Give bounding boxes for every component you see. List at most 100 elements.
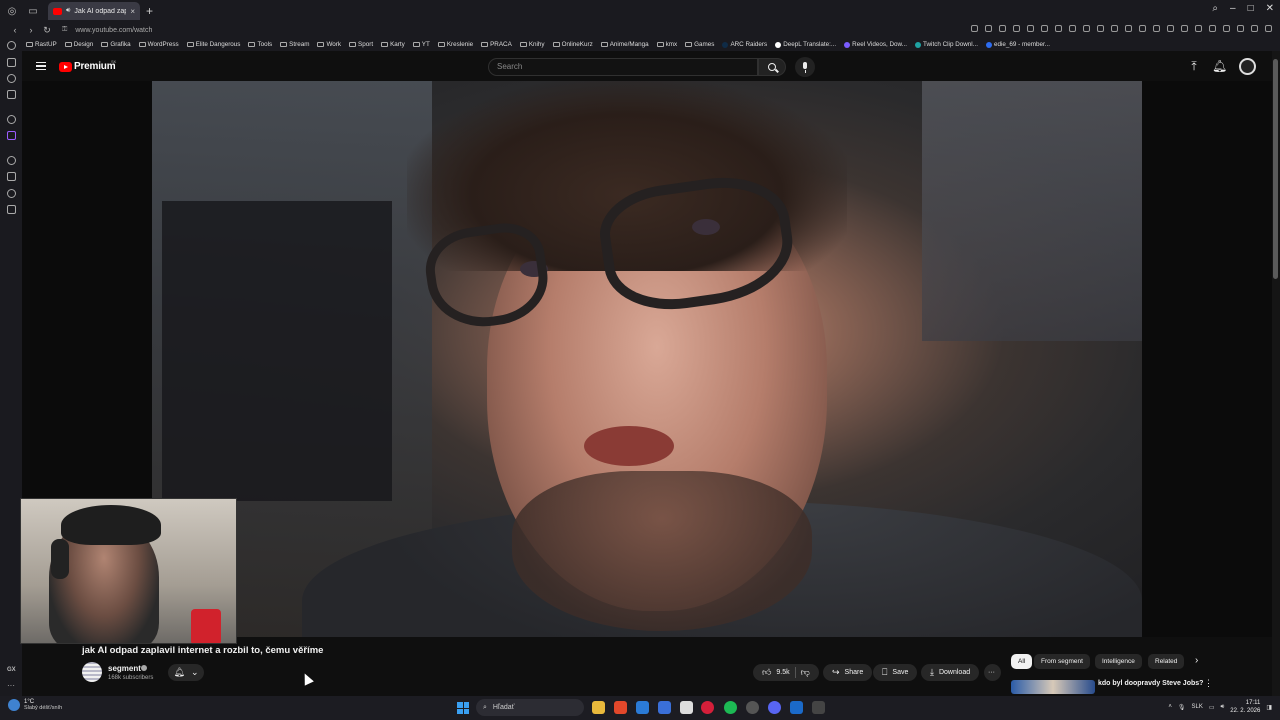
subscription-bell-button[interactable]: 🔔︎ ⌄ <box>168 664 204 681</box>
chip-intelligence[interactable]: Intelligence <box>1095 654 1142 669</box>
twitch-icon[interactable] <box>7 131 16 140</box>
bookmark-link[interactable]: Reel Videos, Dow... <box>844 41 907 48</box>
menu-icon[interactable] <box>36 62 46 70</box>
extensions-icon[interactable] <box>7 90 16 99</box>
forward-button[interactable]: › <box>24 25 38 35</box>
start-button[interactable] <box>457 702 469 714</box>
extension-icon[interactable] <box>1125 25 1132 32</box>
bookmark-folder[interactable]: RastUP <box>26 41 57 48</box>
extension-icon[interactable] <box>1223 25 1230 32</box>
speaker-icon[interactable]: 🔊︎ <box>66 7 70 15</box>
messenger-icon[interactable] <box>7 74 16 83</box>
network-icon[interactable]: ▭ <box>1209 704 1215 711</box>
mic-icon[interactable]: 🎙︎ <box>1178 704 1186 711</box>
notification-center-icon[interactable]: ◨ <box>1266 704 1272 711</box>
extension-icon[interactable] <box>1069 25 1076 32</box>
spotify-icon[interactable] <box>724 701 737 714</box>
upload-icon[interactable]: ⤒ <box>1187 59 1201 73</box>
extension-icon[interactable] <box>1251 25 1258 32</box>
maximize-button[interactable]: □ <box>1248 3 1254 14</box>
new-tab-button[interactable]: + <box>146 4 153 18</box>
download-button[interactable]: ⤓ Download <box>921 664 980 681</box>
bookmark-folder[interactable]: Knihy <box>519 41 545 48</box>
extension-icon[interactable] <box>1265 25 1272 32</box>
extension-icon[interactable] <box>1041 25 1048 32</box>
tab-list-icon[interactable]: ▭ <box>24 2 42 20</box>
taskbar-search[interactable]: ⌕ Hľadať <box>476 699 584 716</box>
channel-avatar[interactable] <box>82 662 102 682</box>
editor-icon[interactable] <box>636 701 649 714</box>
file-explorer-icon[interactable] <box>592 701 605 714</box>
bookmark-folder[interactable]: Grafika <box>101 41 131 48</box>
more-icon[interactable]: ··· <box>7 681 15 690</box>
bookmark-folder[interactable]: Anime/Manga <box>600 41 649 48</box>
chip-related[interactable]: Related <box>1148 654 1185 669</box>
bookmark-folder[interactable]: kmx <box>656 41 677 48</box>
search-button[interactable] <box>758 58 786 76</box>
youtube-logo-icon[interactable] <box>59 62 72 72</box>
calendar-icon[interactable] <box>680 701 693 714</box>
extension-icon[interactable] <box>1209 25 1216 32</box>
chip-all[interactable]: All <box>1011 654 1033 669</box>
notifications-icon[interactable]: 🔔︎ <box>1212 59 1227 73</box>
extension-icon[interactable] <box>1237 25 1244 32</box>
bookmark-folder[interactable]: WordPress <box>138 41 179 48</box>
extension-icon[interactable] <box>1139 25 1146 32</box>
bookmark-folder[interactable]: Elite Dangerous <box>186 41 240 48</box>
obs-icon[interactable] <box>746 701 759 714</box>
close-tab-icon[interactable]: × <box>130 7 135 16</box>
bookmark-folder[interactable]: Sport <box>349 41 373 48</box>
opera-gx-icon[interactable] <box>701 701 714 714</box>
language-indicator[interactable]: SLK <box>1192 704 1203 710</box>
extension-icon[interactable] <box>1167 25 1174 32</box>
history-icon[interactable] <box>7 189 16 198</box>
bookmark-link[interactable]: edie_69 - member... <box>985 41 1050 48</box>
downloads-icon[interactable] <box>7 205 16 214</box>
youtube-brand[interactable]: Premium <box>74 61 116 72</box>
chevron-up-icon[interactable]: ˄ <box>1168 704 1172 710</box>
bookmark-link[interactable]: DeepL Translate:... <box>775 41 836 48</box>
dislike-icon[interactable]: 👎︎ <box>801 667 810 678</box>
app-icon[interactable] <box>812 701 825 714</box>
bookmark-folder[interactable]: Karty <box>381 41 405 48</box>
settings-icon[interactable] <box>7 115 16 124</box>
extension-icon[interactable] <box>1055 25 1062 32</box>
brave-icon[interactable] <box>614 701 627 714</box>
chip-from-segment[interactable]: From segment <box>1034 654 1090 669</box>
clock[interactable]: 17:11 22. 2. 2026 <box>1230 699 1260 715</box>
bookmarks-icon[interactable] <box>7 172 16 181</box>
like-count[interactable]: 9.5k <box>776 669 789 676</box>
bookmark-folder[interactable]: Stream <box>280 41 309 48</box>
more-actions-button[interactable]: ··· <box>984 664 1001 681</box>
bookmark-folder[interactable]: Kreslenie <box>437 41 473 48</box>
channel-name[interactable]: segment <box>108 664 141 673</box>
steam-icon[interactable] <box>790 701 803 714</box>
bookmark-folder[interactable]: YT <box>412 41 430 48</box>
ai-icon[interactable] <box>7 58 16 67</box>
page-scrollbar[interactable] <box>1272 51 1280 696</box>
share-button[interactable]: ↪ Share <box>823 664 873 681</box>
site-info-icon[interactable]: ⚿ <box>62 26 67 34</box>
extension-icon[interactable] <box>1083 25 1090 32</box>
gx-label[interactable]: GX <box>7 667 16 673</box>
like-icon[interactable]: 👍︎ <box>762 667 771 678</box>
back-button[interactable]: ‹ <box>8 25 22 35</box>
mail-icon[interactable] <box>658 701 671 714</box>
search-tabs-icon[interactable]: ⌕ <box>1212 3 1218 14</box>
extension-icon[interactable] <box>1097 25 1104 32</box>
player-icon[interactable] <box>7 156 16 165</box>
more-vert-icon[interactable]: ⋮ <box>1204 678 1213 689</box>
search-input[interactable]: Search <box>488 58 758 76</box>
opera-menu-icon[interactable]: ◎ <box>3 2 21 20</box>
bookmark-folder[interactable]: Design <box>64 41 93 48</box>
extension-icon[interactable] <box>985 25 992 32</box>
extension-icon[interactable] <box>1153 25 1160 32</box>
extension-icon[interactable] <box>971 25 978 32</box>
bookmark-folder[interactable]: PRACA <box>481 41 512 48</box>
save-button[interactable]: ⎕ Save <box>873 664 918 681</box>
extension-icon[interactable] <box>1181 25 1188 32</box>
weather-widget[interactable]: 1°C Slabý déšť/sníh <box>8 699 62 711</box>
minimize-button[interactable]: – <box>1230 3 1236 14</box>
url-field[interactable]: www.youtube.com/watch <box>75 27 152 34</box>
bookmark-folder[interactable]: OnlineKurz <box>552 41 593 48</box>
